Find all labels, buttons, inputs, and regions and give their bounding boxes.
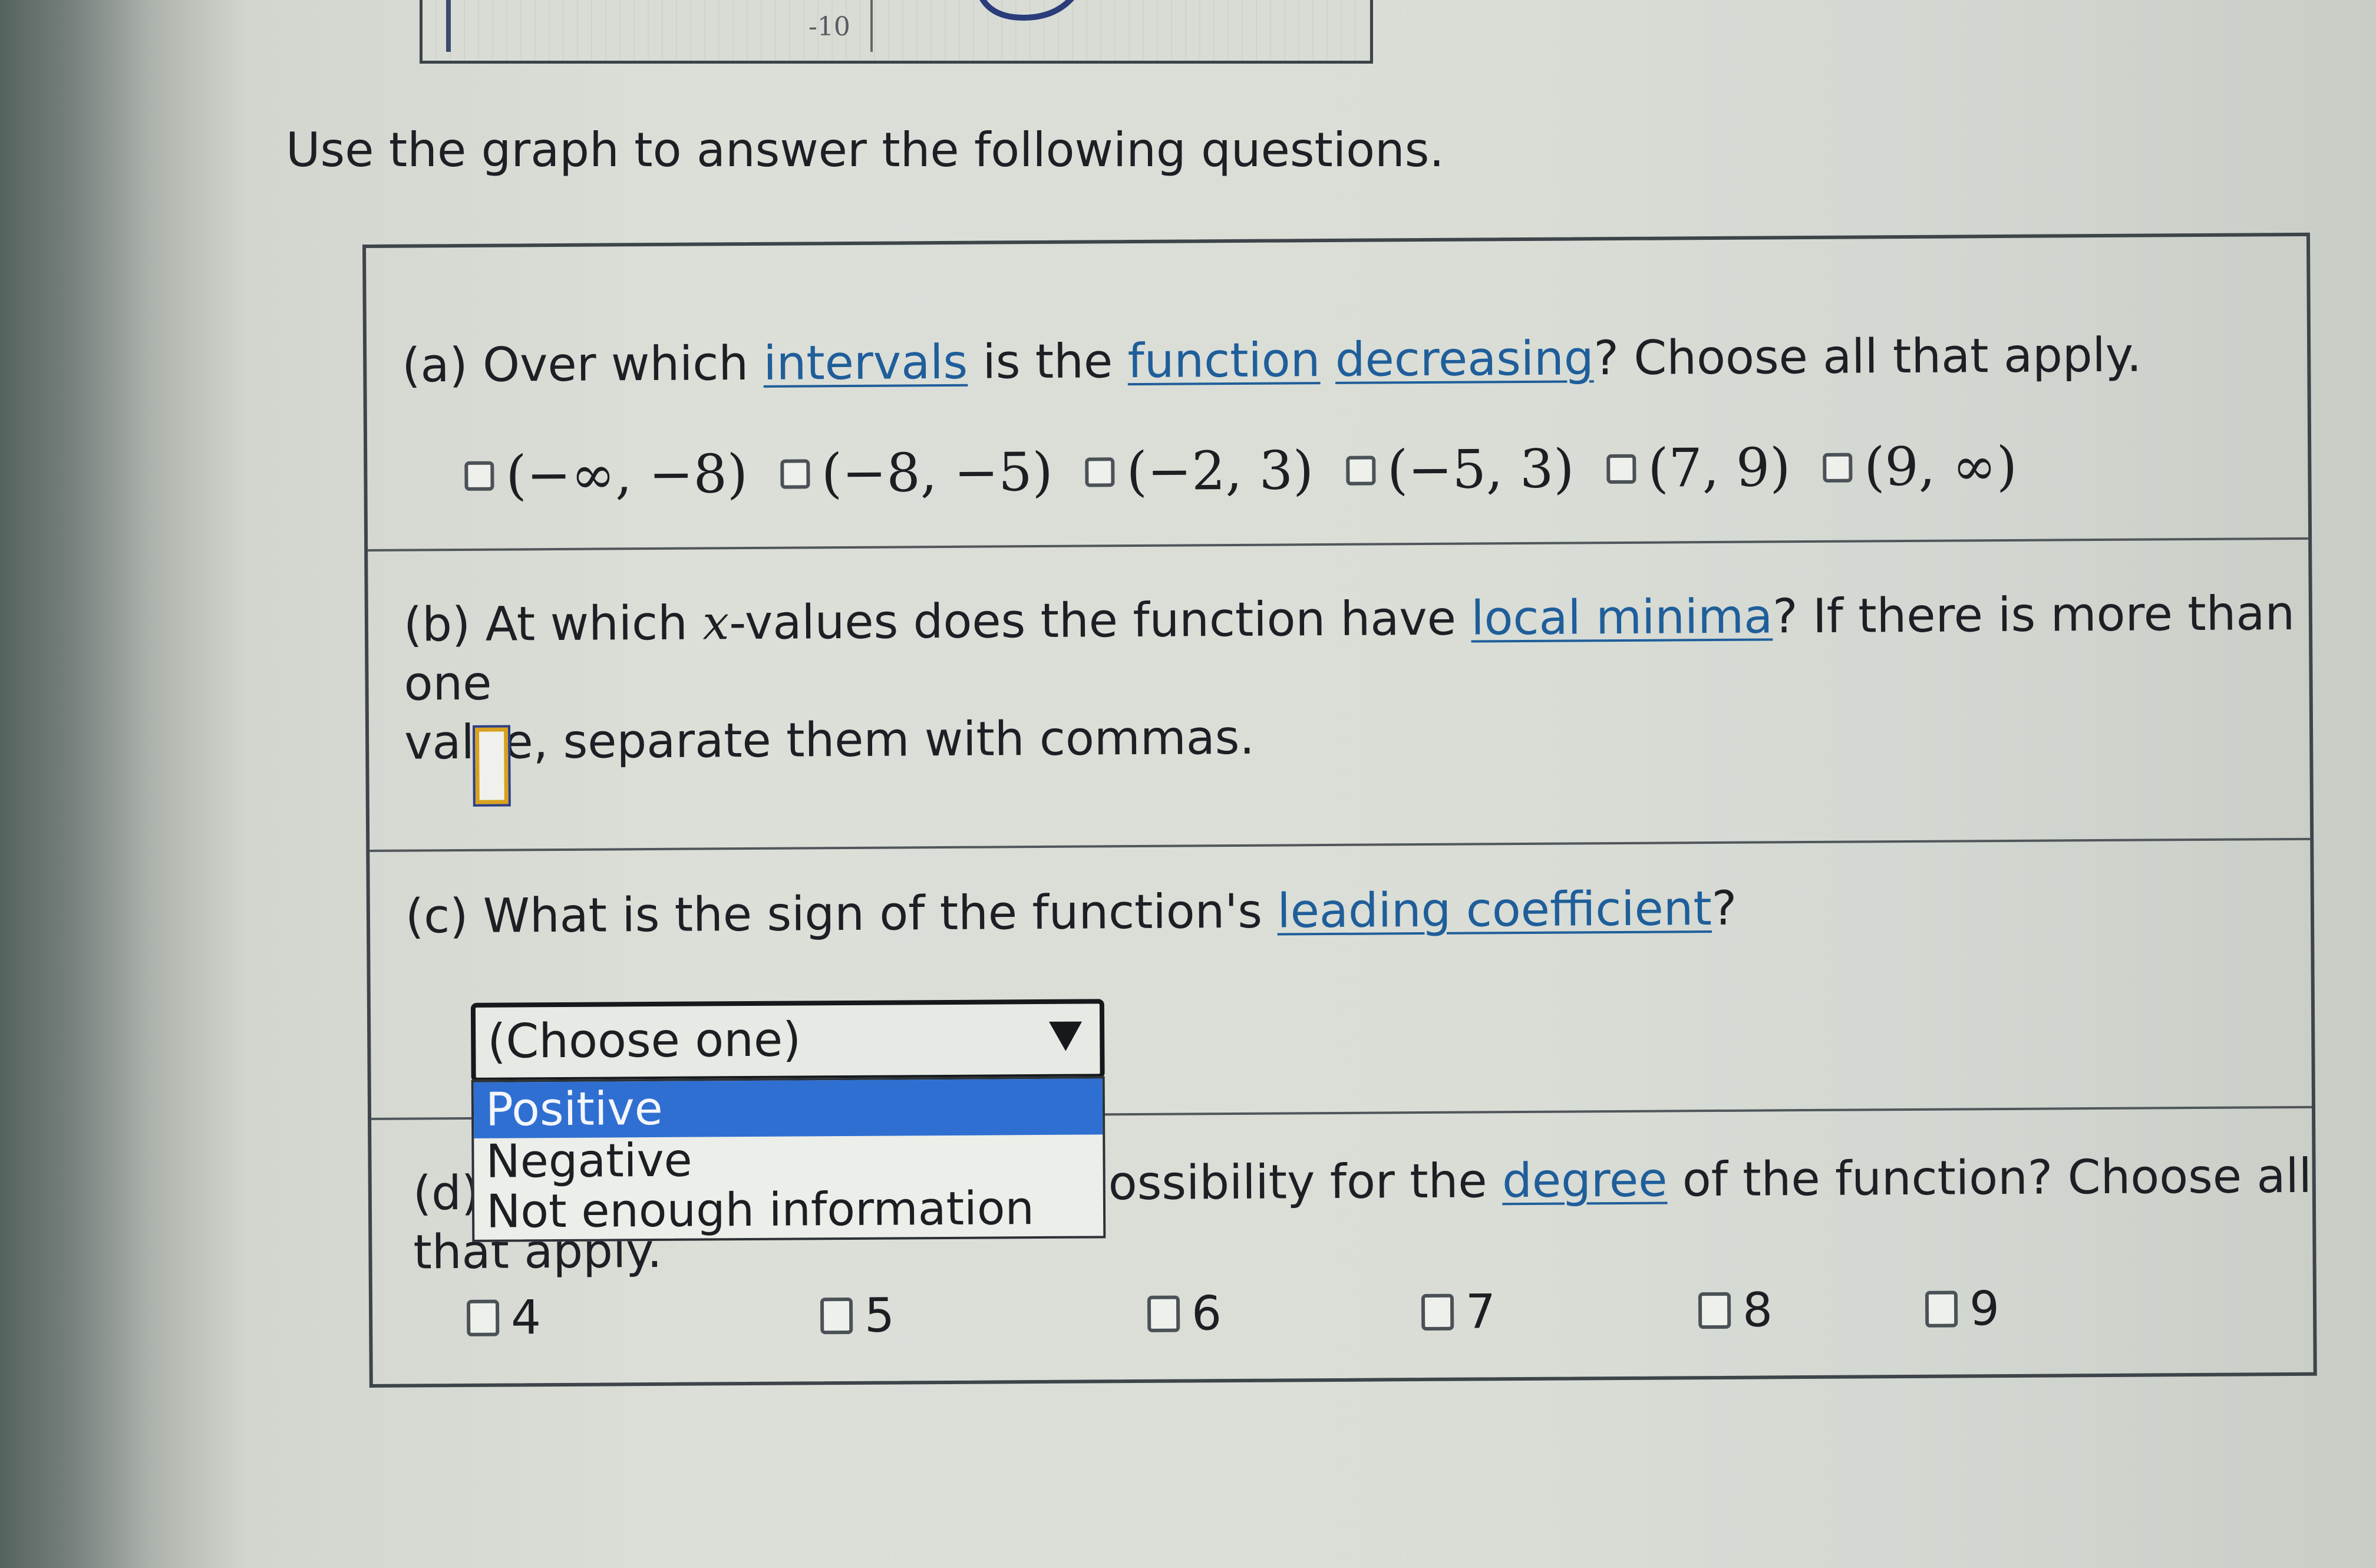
question-d-prefix: (d) <box>412 1165 480 1221</box>
checkbox[interactable] <box>1925 1290 1958 1328</box>
choice-label: (−∞, −8) <box>506 443 748 507</box>
instructions-text: Use the graph to answer the following qu… <box>286 123 1444 177</box>
choice-label: 5 <box>864 1288 895 1343</box>
question-a-prefix: (a) Over which <box>401 335 764 393</box>
question-c-prefix: (c) What is the sign of the function's <box>405 883 1278 944</box>
choice-label: (−8, −5) <box>821 441 1053 505</box>
choice-label: (−2, 3) <box>1126 440 1314 503</box>
graph-tick-label: -10 <box>808 12 850 42</box>
question-b-mid: -values does the function have <box>729 590 1471 651</box>
choice-label: 7 <box>1465 1284 1496 1339</box>
decreasing-link[interactable]: decreasing <box>1335 331 1594 387</box>
dropdown-arrow-icon[interactable] <box>1049 1021 1083 1051</box>
interval-choice-4[interactable]: (−5, 3) <box>1345 438 1575 501</box>
choice-label: 8 <box>1742 1282 1773 1338</box>
checkbox[interactable] <box>1698 1292 1731 1329</box>
leading-coefficient-select[interactable]: (Choose one) <box>470 999 1105 1082</box>
graph-curve <box>979 0 1074 21</box>
question-b-text: (b) At which x-values does the function … <box>404 584 2310 773</box>
interval-choice-1[interactable]: (−∞, −8) <box>464 443 748 507</box>
leading-coefficient-dropdown: Positive Negative Not enough information <box>471 1076 1106 1242</box>
question-d-visible-text: ossibility for the degree of the functio… <box>1108 1147 2312 1213</box>
choice-label: (9, ∞) <box>1864 435 2018 499</box>
question-a-suffix: ? Choose all that apply. <box>1593 327 2142 386</box>
leading-coefficient-link[interactable]: leading coefficient <box>1277 881 1712 939</box>
degree-choice-8[interactable]: 8 <box>1698 1282 1773 1338</box>
interval-choice-5[interactable]: (7, 9) <box>1606 437 1791 500</box>
question-c-text: (c) What is the sign of the function's l… <box>405 879 1737 946</box>
choice-label: 6 <box>1191 1286 1222 1341</box>
degree-link[interactable]: degree <box>1502 1153 1668 1209</box>
question-a-text: (a) Over which intervals is the function… <box>402 326 2142 395</box>
question-d-mid: ossibility for the <box>1108 1153 1503 1211</box>
graph-left-axis <box>446 0 451 52</box>
interval-choice-3[interactable]: (−2, 3) <box>1085 440 1314 503</box>
question-a: (a) Over which intervals is the function… <box>366 236 2309 552</box>
degree-choice-7[interactable]: 7 <box>1421 1284 1496 1339</box>
checkbox[interactable] <box>1085 457 1115 487</box>
question-b: (b) At which x-values does the function … <box>368 539 2311 852</box>
graph-area: -10 <box>420 0 1373 64</box>
degree-choice-4[interactable]: 4 <box>466 1290 542 1345</box>
question-b-line2: value, separate them with commas. <box>404 709 1255 770</box>
choice-label: (7, 9) <box>1648 437 1791 500</box>
checkbox[interactable] <box>780 458 810 489</box>
degree-choice-5[interactable]: 5 <box>820 1288 895 1343</box>
checkbox[interactable] <box>1606 454 1636 484</box>
option-positive[interactable]: Positive <box>473 1078 1103 1138</box>
question-c-suffix: ? <box>1711 880 1737 936</box>
option-not-enough-information[interactable]: Not enough information <box>474 1182 1103 1239</box>
interval-choices: (−∞, −8) (−8, −5) (−2, 3) (−5, 3) (7, 9)… <box>464 435 2050 507</box>
interval-choice-6[interactable]: (9, ∞) <box>1823 435 2017 499</box>
checkbox[interactable] <box>466 1299 500 1336</box>
select-value: (Choose one) <box>487 1012 801 1069</box>
graph-y-axis <box>870 0 873 52</box>
local-minima-input[interactable] <box>472 725 511 807</box>
checkbox[interactable] <box>820 1297 853 1334</box>
question-b-prefix: (b) At which <box>403 595 703 652</box>
interval-choice-2[interactable]: (−8, −5) <box>780 441 1053 505</box>
choice-label: 9 <box>1969 1281 2000 1336</box>
checkbox[interactable] <box>1147 1295 1180 1332</box>
degree-choice-9[interactable]: 9 <box>1925 1281 1999 1336</box>
function-link[interactable]: function <box>1127 332 1320 388</box>
question-c: (c) What is the sign of the function's l… <box>369 840 2312 1242</box>
choice-label: (−5, 3) <box>1387 438 1575 501</box>
question-a-mid1: is the <box>967 334 1128 389</box>
degree-choices: 4 5 6 7 8 9 <box>466 1279 2265 1349</box>
question-d-suffix: of the function? Choose all <box>1667 1148 2312 1207</box>
checkbox[interactable] <box>1345 455 1376 486</box>
intervals-link[interactable]: intervals <box>763 335 968 391</box>
checkbox[interactable] <box>464 461 494 491</box>
x-variable: x <box>702 595 730 651</box>
local-minima-link[interactable]: local minima <box>1471 589 1773 645</box>
degree-choice-6[interactable]: 6 <box>1147 1286 1222 1341</box>
question-panel: (a) Over which intervals is the function… <box>362 232 2317 1388</box>
checkbox[interactable] <box>1421 1293 1454 1331</box>
question-a-mid2 <box>1320 332 1335 387</box>
checkbox[interactable] <box>1823 453 1853 483</box>
option-negative[interactable]: Negative <box>474 1134 1103 1189</box>
choice-label: 4 <box>510 1290 542 1345</box>
